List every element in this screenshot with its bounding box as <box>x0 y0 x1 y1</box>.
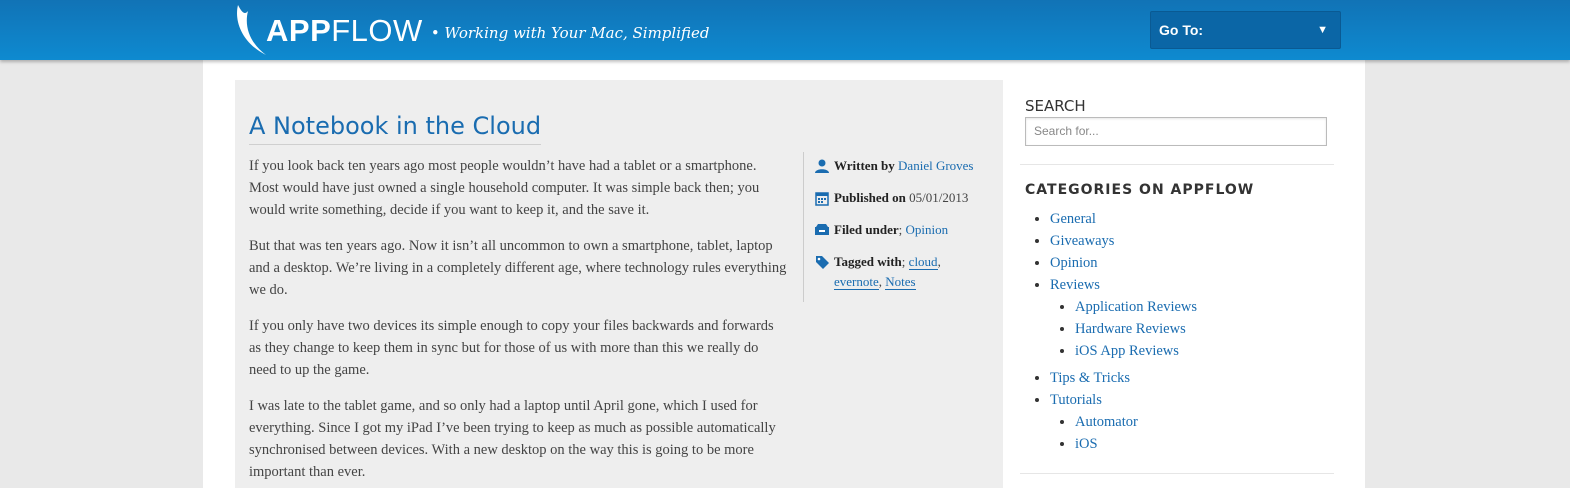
category-ios-app-reviews[interactable]: iOS App Reviews <box>1075 343 1179 359</box>
search-heading: SEARCH <box>1025 97 1086 115</box>
goto-label: Go To: <box>1159 22 1204 38</box>
list-item: Opinion <box>1050 252 1197 274</box>
categories-heading: CATEGORIES ON APPFLOW <box>1025 182 1255 198</box>
list-item: iOS <box>1075 433 1197 455</box>
tagged-separator: ; <box>901 254 906 269</box>
category-giveaways[interactable]: Giveaways <box>1050 233 1114 249</box>
publish-date: 05/01/2013 <box>909 190 969 205</box>
calendar-icon <box>815 192 829 206</box>
category-automator[interactable]: Automator <box>1075 414 1138 430</box>
filed-separator: ; <box>898 222 903 237</box>
site-logo[interactable]: APPFLOW • Working with Your Mac, Simplif… <box>232 3 709 57</box>
list-item: Reviews Application Reviews Hardware Rev… <box>1050 274 1197 362</box>
post-title[interactable]: A Notebook in the Cloud <box>249 112 542 145</box>
category-reviews[interactable]: Reviews <box>1050 277 1100 293</box>
chevron-down-icon: ▼ <box>1317 24 1328 36</box>
user-icon <box>815 159 829 173</box>
meta-category: Filed under; Opinion <box>814 220 983 240</box>
tag-link-evernote[interactable]: evernote <box>834 274 879 290</box>
list-item: General <box>1050 208 1197 230</box>
article-body: If you look back ten years ago most peop… <box>249 155 789 488</box>
category-general[interactable]: General <box>1050 211 1096 227</box>
article-paragraph: If you look back ten years ago most peop… <box>249 158 760 218</box>
post-meta: Written by Daniel Groves Published on 05… <box>803 152 983 302</box>
written-by-label: Written by <box>834 158 895 173</box>
logo-app-text: APP <box>266 13 332 48</box>
list-item: Tips & Tricks <box>1050 367 1197 389</box>
meta-author: Written by Daniel Groves <box>814 156 983 176</box>
list-item: Application Reviews <box>1075 296 1197 318</box>
category-tips-tricks[interactable]: Tips & Tricks <box>1050 370 1130 386</box>
list-item: Giveaways <box>1050 230 1197 252</box>
goto-dropdown[interactable]: Go To: ▼ <box>1150 11 1341 49</box>
site-header: APPFLOW • Working with Your Mac, Simplif… <box>0 0 1570 60</box>
categories-list: General Giveaways Opinion Reviews Applic… <box>1050 208 1197 460</box>
published-label: Published on <box>834 190 906 205</box>
category-application-reviews[interactable]: Application Reviews <box>1075 299 1197 315</box>
drawer-icon <box>815 224 829 235</box>
category-tutorials[interactable]: Tutorials <box>1050 392 1102 408</box>
article-paragraph: But that was ten years ago. Now it isn’t… <box>249 238 787 298</box>
list-item: Tutorials Automator iOS <box>1050 389 1197 455</box>
tagged-with-label: Tagged with <box>834 254 902 269</box>
sidebar-divider <box>1020 164 1334 165</box>
tag-link-notes[interactable]: Notes <box>885 274 916 290</box>
list-item: iOS App Reviews <box>1075 340 1197 362</box>
article-paragraph: I was late to the tablet game, and so on… <box>249 398 776 480</box>
meta-tags: Tagged with; cloud, evernote, Notes <box>814 252 983 292</box>
category-link[interactable]: Opinion <box>906 222 949 237</box>
logo-flow-text: FLOW <box>331 13 423 48</box>
category-hardware-reviews[interactable]: Hardware Reviews <box>1075 321 1186 337</box>
meta-date: Published on 05/01/2013 <box>814 188 983 208</box>
tag-link-cloud[interactable]: cloud <box>908 254 938 270</box>
article-paragraph: If you only have two devices its simple … <box>249 318 774 378</box>
logo-wordmark: APPFLOW <box>266 13 423 49</box>
filed-under-label: Filed under <box>834 222 899 237</box>
author-link[interactable]: Daniel Groves <box>898 158 973 173</box>
list-item: Hardware Reviews <box>1075 318 1197 340</box>
list-item: Automator <box>1075 411 1197 433</box>
site-tagline: • Working with Your Mac, Simplified <box>430 24 710 42</box>
category-ios[interactable]: iOS <box>1075 436 1098 452</box>
search-input[interactable]: Search for... <box>1025 117 1327 146</box>
logo-swoosh-icon <box>237 5 266 55</box>
tag-icon <box>816 256 829 269</box>
category-opinion[interactable]: Opinion <box>1050 255 1098 271</box>
sidebar-divider <box>1020 473 1334 474</box>
